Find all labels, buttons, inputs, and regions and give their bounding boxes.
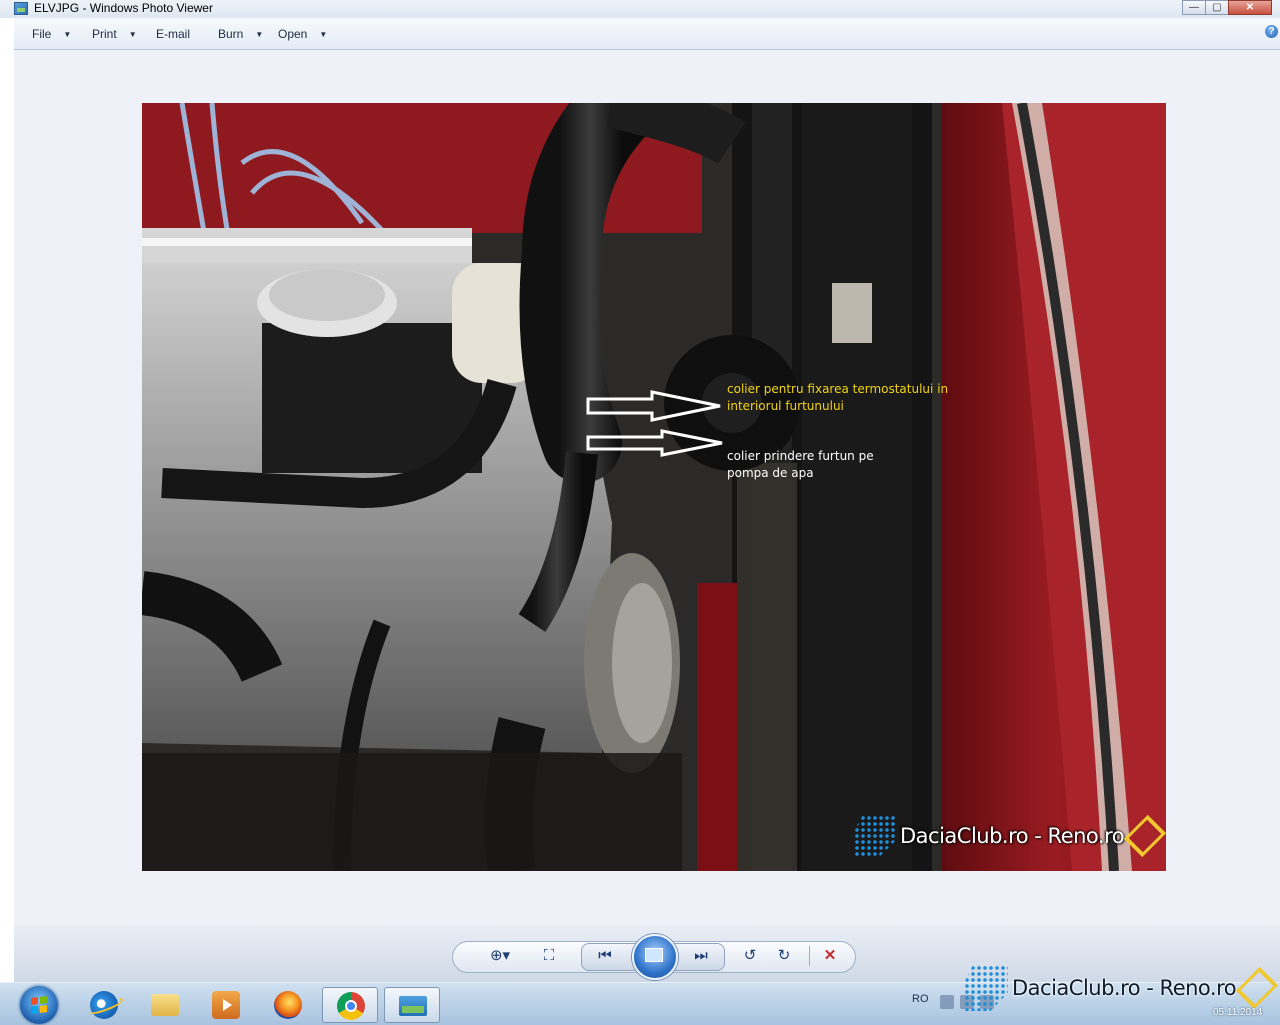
chevron-down-icon: ▼ bbox=[128, 30, 137, 39]
title-bar: ELVJPG - Windows Photo Viewer — ▢ ✕ bbox=[0, 0, 1280, 18]
chevron-down-icon: ▼ bbox=[63, 30, 72, 39]
taskbar-photo-viewer[interactable] bbox=[384, 987, 440, 1023]
dacia-club-logo-icon bbox=[854, 815, 896, 857]
windows-taskbar: RO DaciaClub.ro - Reno.ro 05.11.2014 bbox=[0, 965, 1280, 1025]
menu-print[interactable]: Print ▼ bbox=[92, 27, 137, 41]
menu-file[interactable]: File ▼ bbox=[32, 27, 71, 41]
chevron-down-icon: ▼ bbox=[319, 30, 328, 39]
displayed-photo: colier pentru fixarea termostatului in i… bbox=[142, 103, 1166, 871]
menu-burn[interactable]: Burn ▼ bbox=[218, 27, 263, 41]
language-indicator[interactable]: RO bbox=[912, 993, 929, 1005]
menu-email[interactable]: E-mail bbox=[156, 27, 190, 41]
window-title: ELVJPG - Windows Photo Viewer bbox=[34, 1, 213, 15]
firefox-icon bbox=[274, 991, 302, 1019]
window-controls: — ▢ ✕ bbox=[1182, 0, 1272, 16]
next-icon[interactable]: ⏭ bbox=[689, 946, 713, 966]
rotate-counterclockwise-icon[interactable]: ↺ bbox=[738, 946, 762, 966]
close-button[interactable]: ✕ bbox=[1228, 0, 1272, 15]
dacia-club-logo-icon bbox=[964, 965, 1008, 1011]
photo-viewer-icon bbox=[399, 996, 427, 1016]
menu-email-label: E-mail bbox=[156, 27, 191, 41]
menu-burn-label: Burn bbox=[218, 27, 244, 41]
chrome-icon bbox=[337, 992, 365, 1020]
taskbar-internet-explorer[interactable] bbox=[76, 987, 132, 1023]
zoom-icon[interactable]: ⊕▾ bbox=[482, 946, 518, 966]
toolbar-separator bbox=[809, 946, 810, 966]
actual-size-icon[interactable]: ⛶ bbox=[537, 946, 561, 966]
keyboard-icon[interactable] bbox=[940, 995, 954, 1009]
photo-viewer-app-icon bbox=[14, 2, 28, 15]
image-viewer-pane: colier pentru fixarea termostatului in i… bbox=[14, 50, 1280, 926]
rotate-clockwise-icon[interactable]: ↻ bbox=[772, 946, 796, 966]
taskbar-watermark: DaciaClub.ro - Reno.ro bbox=[964, 965, 1279, 1011]
taskbar-chrome[interactable] bbox=[322, 987, 378, 1023]
menu-print-label: Print bbox=[92, 27, 117, 41]
taskbar-firefox[interactable] bbox=[260, 987, 316, 1023]
help-icon[interactable]: ? bbox=[1265, 25, 1278, 38]
taskbar-windows-explorer[interactable] bbox=[137, 987, 193, 1023]
windows-logo-icon bbox=[31, 996, 47, 1014]
minimize-button[interactable]: — bbox=[1182, 0, 1206, 15]
menu-file-label: File bbox=[32, 27, 52, 41]
slideshow-icon bbox=[645, 948, 663, 962]
slideshow-button[interactable] bbox=[632, 934, 678, 980]
previous-icon[interactable]: ⏮ bbox=[593, 946, 617, 966]
engine-bay-photo bbox=[142, 103, 1166, 871]
annotation-water-pump-clamp: colier prindere furtun pe pompa de apa bbox=[727, 449, 874, 480]
delete-icon[interactable]: ✕ bbox=[818, 946, 842, 966]
internet-explorer-icon bbox=[90, 991, 118, 1019]
maximize-button[interactable]: ▢ bbox=[1205, 0, 1229, 15]
taskbar-media-player[interactable] bbox=[198, 987, 254, 1023]
watermark-text: DaciaClub.ro - Reno.ro bbox=[900, 824, 1125, 848]
taskbar-watermark-text: DaciaClub.ro - Reno.ro bbox=[1012, 976, 1237, 1000]
menu-open[interactable]: Open ▼ bbox=[278, 27, 327, 41]
photo-watermark: DaciaClub.ro - Reno.ro bbox=[854, 811, 1166, 861]
start-button[interactable] bbox=[20, 986, 58, 1024]
windows-explorer-icon bbox=[151, 994, 179, 1016]
menu-bar: File ▼ Print ▼ E-mail Burn ▼ Open ▼ ? bbox=[14, 18, 1280, 50]
menu-open-label: Open bbox=[278, 27, 308, 41]
taskbar-clock[interactable]: 05.11.2014 bbox=[1213, 1007, 1262, 1018]
media-player-icon bbox=[212, 991, 240, 1019]
annotation-thermostat-clamp: colier pentru fixarea termostatului in i… bbox=[727, 382, 949, 413]
chevron-down-icon: ▼ bbox=[255, 30, 264, 39]
